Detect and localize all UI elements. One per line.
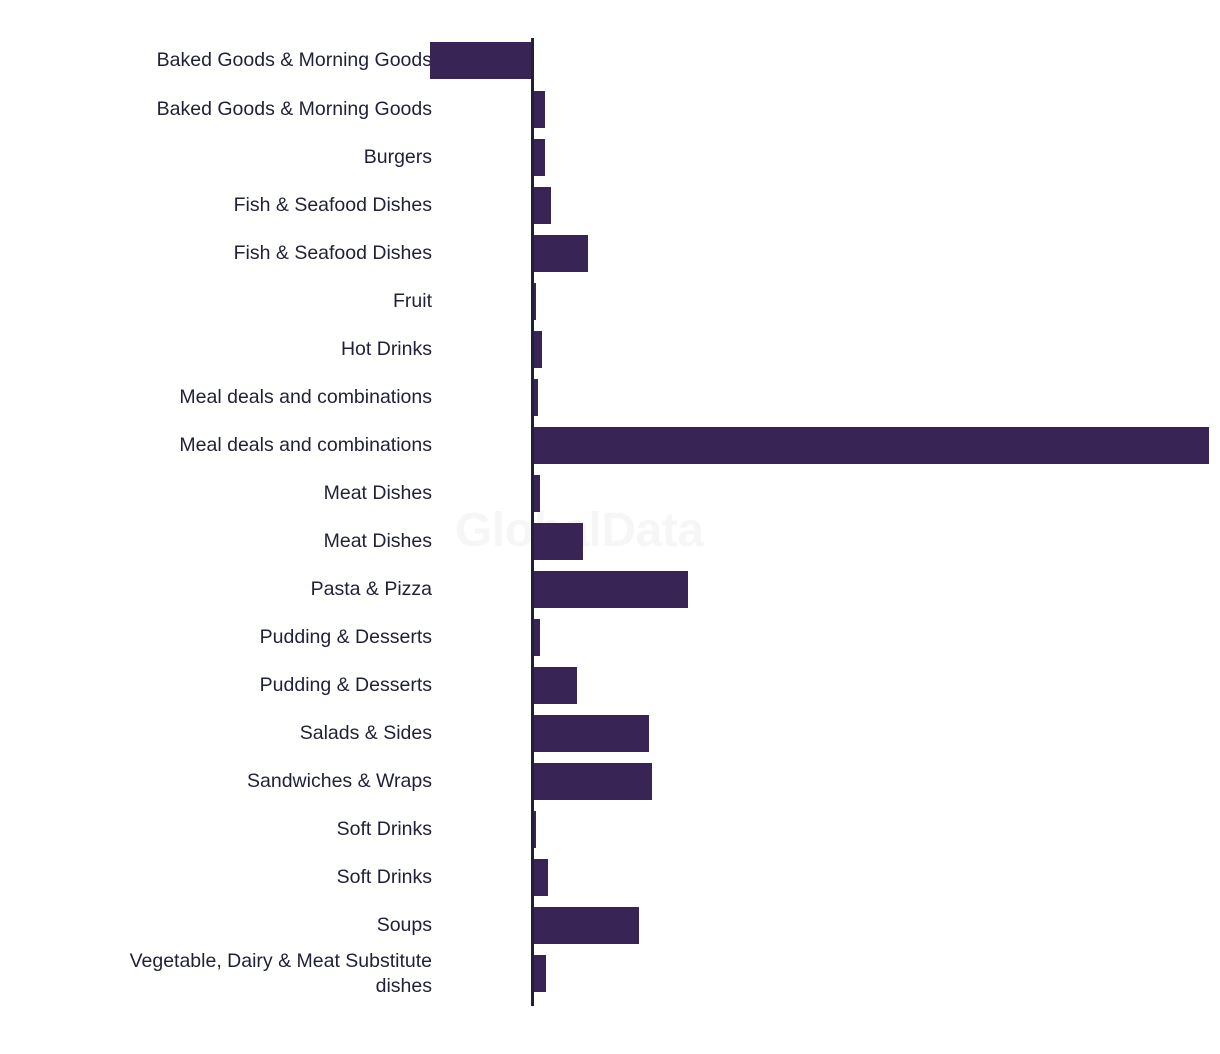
category-label: Baked Goods & Morning Goods xyxy=(156,98,432,120)
bar-row: Burgers xyxy=(0,133,1220,181)
bar-row: Hot Drinks xyxy=(0,325,1220,373)
bar-row: Pudding & Desserts xyxy=(0,613,1220,661)
category-label: Sandwiches & Wraps xyxy=(247,770,432,792)
bar-row: Salads & Sides xyxy=(0,709,1220,757)
bar-row: Baked Goods & Morning Goods xyxy=(0,85,1220,133)
category-label: Pudding & Desserts xyxy=(259,626,432,648)
category-label: Soups xyxy=(376,914,432,936)
bar xyxy=(430,42,532,79)
category-label: Salads & Sides xyxy=(299,722,432,744)
category-label: Fish & Seafood Dishes xyxy=(233,242,432,264)
category-label: Baked Goods & Morning Goods xyxy=(156,49,432,71)
category-label: Soft Drinks xyxy=(336,866,432,888)
bar-row: Meat Dishes xyxy=(0,469,1220,517)
bar xyxy=(533,91,545,128)
bar-chart: GlobalData Baked Goods & Morning GoodsBa… xyxy=(0,0,1220,1054)
bar xyxy=(533,955,546,992)
category-label: Vegetable, Dairy & Meat Substitute dishe… xyxy=(129,949,432,997)
bar-row: Baked Goods & Morning Goods xyxy=(0,36,1220,84)
bar xyxy=(533,907,639,944)
bar xyxy=(533,523,583,560)
bar xyxy=(533,475,540,512)
category-label: Pudding & Desserts xyxy=(259,674,432,696)
bar-row: Soups xyxy=(0,901,1220,949)
category-label: Meat Dishes xyxy=(323,482,432,504)
category-label: Meat Dishes xyxy=(323,530,432,552)
bar xyxy=(533,187,551,224)
bar xyxy=(533,235,588,272)
bar xyxy=(533,859,548,896)
bar-row: Pasta & Pizza xyxy=(0,565,1220,613)
bar-row: Fish & Seafood Dishes xyxy=(0,229,1220,277)
bar xyxy=(533,427,1209,464)
bar xyxy=(533,331,542,368)
plot-area: Baked Goods & Morning Goods Baked Goods &… xyxy=(0,0,1220,1054)
category-label: Fish & Seafood Dishes xyxy=(233,194,432,216)
bar-row: Pudding & Desserts xyxy=(0,661,1220,709)
bar xyxy=(533,667,577,704)
bar xyxy=(533,763,652,800)
category-label: Soft Drinks xyxy=(336,818,432,840)
category-label: Hot Drinks xyxy=(340,338,432,360)
bar-row: Meal deals and combinations xyxy=(0,373,1220,421)
zero-axis-line xyxy=(531,38,534,1006)
category-label: Pasta & Pizza xyxy=(310,578,432,600)
bar xyxy=(533,619,540,656)
category-label: Fruit xyxy=(393,290,432,312)
bar-row: Fish & Seafood Dishes xyxy=(0,181,1220,229)
bar-row: Meat Dishes xyxy=(0,517,1220,565)
category-label: Meal deals and combinations xyxy=(179,434,432,456)
bar-row: Meal deals and combinations xyxy=(0,421,1220,469)
bar xyxy=(533,379,538,416)
bar xyxy=(533,715,649,752)
category-label: Meal deals and combinations xyxy=(179,386,432,408)
bar xyxy=(533,571,688,608)
bar-row: Soft Drinks xyxy=(0,853,1220,901)
bar-row: Soft Drinks xyxy=(0,805,1220,853)
category-label: Burgers xyxy=(363,146,432,168)
bar-row: Fruit xyxy=(0,277,1220,325)
bar-row: Sandwiches & Wraps xyxy=(0,757,1220,805)
bar xyxy=(533,139,545,176)
bar-row: Vegetable, Dairy & Meat Substitute dishe… xyxy=(0,949,1220,997)
